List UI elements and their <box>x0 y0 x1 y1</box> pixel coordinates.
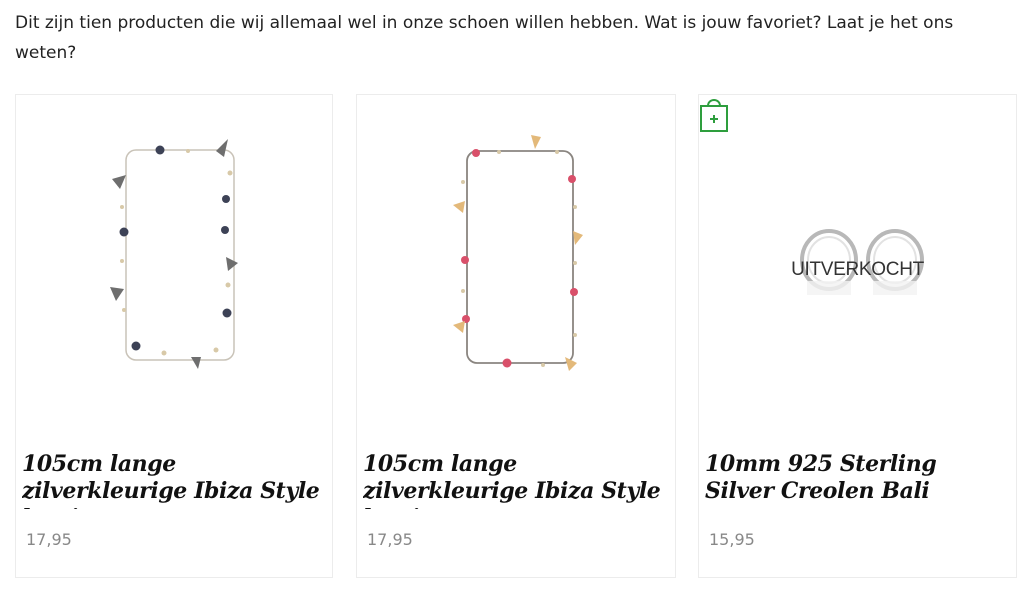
product-title[interactable]: 10mm 925 Sterling Silver Creolen Bali <box>705 451 1011 509</box>
product-title[interactable]: 105cm lange zilverkleurige Ibiza Style k… <box>22 451 328 509</box>
product-image[interactable] <box>16 95 332 440</box>
sold-out-label: UITVERKOCHT <box>791 259 924 280</box>
product-title[interactable]: 105cm lange zilverkleurige Ibiza Style k… <box>363 451 669 509</box>
product-price: 15,95 <box>709 530 755 549</box>
product-card[interactable]: UITVERKOCHT 10mm 925 Sterling Silver Cre… <box>698 94 1017 578</box>
product-card[interactable]: 105cm lange zilverkleurige Ibiza Style k… <box>356 94 676 578</box>
shopping-bag-plus-icon[interactable] <box>699 95 729 133</box>
product-price: 17,95 <box>367 530 413 549</box>
product-grid: 105cm lange zilverkleurige Ibiza Style k… <box>15 94 1017 578</box>
product-card[interactable]: 105cm lange zilverkleurige Ibiza Style k… <box>15 94 333 578</box>
tassel-necklace-red-gold-icon <box>453 135 583 371</box>
tassel-necklace-navy-grey-icon <box>110 139 238 369</box>
product-image[interactable] <box>357 95 675 440</box>
intro-paragraph: Dit zijn tien producten die wij allemaal… <box>15 13 954 63</box>
product-price: 17,95 <box>26 530 72 549</box>
product-image[interactable]: UITVERKOCHT <box>699 95 1016 440</box>
